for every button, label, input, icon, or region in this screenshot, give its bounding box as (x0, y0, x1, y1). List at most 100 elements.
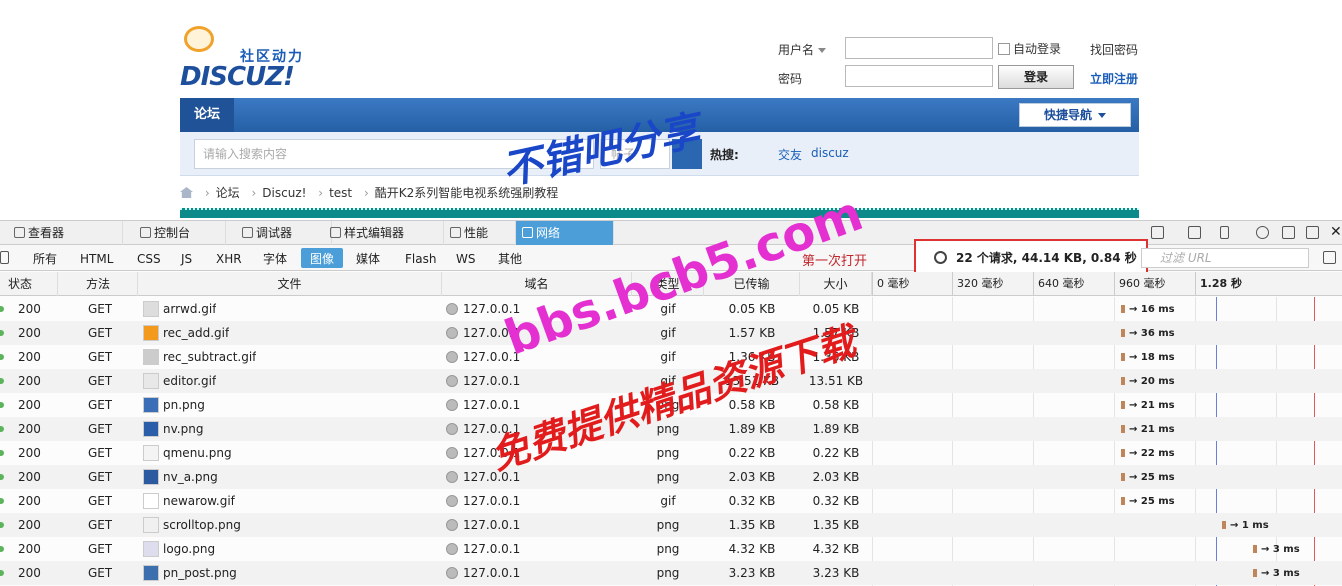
domain-name: 127.0.0.1 (463, 350, 521, 364)
filter-html[interactable]: HTML (71, 248, 122, 268)
file-name: nv_a.png (163, 470, 218, 484)
url-filter-input[interactable]: 过滤 URL (1141, 248, 1309, 268)
trash-icon[interactable] (0, 251, 9, 264)
waterfall-time-label: → 3 ms (1261, 568, 1300, 579)
nav-forum[interactable]: 论坛 (180, 98, 234, 132)
auto-login-checkbox[interactable]: 自动登录 (998, 40, 1061, 57)
resource-size: 4.32 KB (812, 542, 860, 556)
logo-word: DISCUZ! (180, 62, 295, 92)
filter-images[interactable]: 图像 (301, 248, 344, 268)
close-icon[interactable]: ✕ (1330, 225, 1342, 239)
register-link[interactable]: 立即注册 (1090, 70, 1138, 87)
chevron-down-icon (1098, 113, 1106, 118)
breadcrumb-item[interactable]: Discuz! (262, 186, 306, 200)
filter-all[interactable]: 所有 (24, 248, 66, 268)
waterfall-time-label: → 36 ms (1129, 328, 1175, 339)
col-transferred[interactable]: 已传输 (704, 272, 800, 296)
col-size[interactable]: 大小 (800, 272, 872, 296)
waterfall-time-label: → 25 ms (1129, 496, 1175, 507)
network-icon (522, 227, 533, 238)
timeline-tick: 960 毫秒 (1114, 272, 1166, 296)
request-method: GET (88, 302, 113, 316)
col-status[interactable]: 状态 (8, 272, 58, 296)
waterfall-time-label: → 18 ms (1129, 352, 1175, 363)
content-type: gif (660, 350, 676, 364)
network-rows: 200 GET arrwd.gif 127.0.0.1 gif 0.05 KB 0.05 K… (0, 297, 1342, 586)
username-input[interactable] (845, 37, 993, 59)
col-domain[interactable]: 域名 (442, 272, 632, 296)
breadcrumb-item[interactable]: test (329, 186, 352, 200)
table-row[interactable]: 200 GET nv_a.png 127.0.0.1 png 2.03 KB 2.03 KB… (0, 465, 1342, 489)
discuz-logo[interactable]: 社区动力 DISCUZ! (180, 26, 310, 92)
file-name: scrolltop.png (163, 518, 241, 532)
username-label[interactable]: 用户名 (778, 41, 827, 58)
search-button[interactable] (672, 139, 702, 169)
checkbox-icon (998, 43, 1010, 55)
breadcrumb-item[interactable]: 论坛 (216, 186, 240, 200)
dock-side-icon[interactable] (1282, 226, 1295, 239)
console-icon (140, 227, 151, 238)
home-icon[interactable] (180, 187, 193, 198)
table-row[interactable]: 200 GET arrwd.gif 127.0.0.1 gif 0.05 KB 0.05 K… (0, 297, 1342, 321)
sidebar-toggle-icon[interactable] (1323, 251, 1336, 264)
search-input[interactable]: 请输入搜索内容 (194, 139, 594, 169)
split-console-icon[interactable] (1188, 226, 1201, 239)
table-row[interactable]: 200 GET rec_subtract.gif 127.0.0.1 gif 1.36 K… (0, 345, 1342, 369)
filter-js[interactable]: JS (172, 248, 201, 268)
logo-bubble-icon (184, 26, 214, 52)
tab-network[interactable]: 网络 (516, 221, 614, 245)
content-type: png (656, 398, 680, 412)
quick-nav-button[interactable]: 快捷导航 (1019, 103, 1131, 127)
request-method: GET (88, 470, 113, 484)
tab-inspector[interactable]: 查看器 (8, 221, 123, 245)
waterfall-time-label: → 16 ms (1129, 304, 1175, 315)
status-code: 200 (18, 398, 41, 412)
filter-ws[interactable]: WS (447, 248, 484, 268)
password-input[interactable] (845, 65, 993, 87)
breadcrumb-item[interactable]: 酷开K2系列智能电视系统强刷教程 (375, 186, 559, 200)
table-row[interactable]: 200 GET editor.gif 127.0.0.1 gif 13.51 KB 13.5… (0, 369, 1342, 393)
table-row[interactable]: 200 GET logo.png 127.0.0.1 png 4.32 KB 4.32 KB… (0, 537, 1342, 561)
table-row[interactable]: 200 GET nv.png 127.0.0.1 png 1.89 KB 1.89 KB → … (0, 417, 1342, 441)
table-row[interactable]: 200 GET pn.png 127.0.0.1 png 0.58 KB 0.58 KB → … (0, 393, 1342, 417)
resource-size: 1.57 KB (812, 326, 860, 340)
filter-font[interactable]: 字体 (254, 248, 296, 268)
filter-flash[interactable]: Flash (396, 248, 445, 268)
col-method[interactable]: 方法 (58, 272, 138, 296)
resource-size: 13.51 KB (808, 374, 864, 388)
filter-other[interactable]: 其他 (489, 248, 531, 268)
hot-search-item[interactable]: discuz (811, 146, 849, 160)
dock-icon[interactable] (1151, 226, 1164, 239)
table-row[interactable]: 200 GET qmenu.png 127.0.0.1 png 0.22 KB 0.22 K… (0, 441, 1342, 465)
globe-icon (446, 303, 458, 315)
table-row[interactable]: 200 GET newarow.gif 127.0.0.1 gif 0.32 KB 0.32… (0, 489, 1342, 513)
tab-performance[interactable]: 性能 (444, 221, 516, 245)
filter-css[interactable]: CSS (128, 248, 170, 268)
tab-debugger[interactable]: 调试器 (236, 221, 332, 245)
table-row[interactable]: 200 GET pn_post.png 127.0.0.1 png 3.23 KB 3.23… (0, 561, 1342, 585)
tab-console[interactable]: 控制台 (134, 221, 226, 245)
filter-media[interactable]: 媒体 (347, 248, 389, 268)
table-row[interactable]: 200 GET rec_add.gif 127.0.0.1 gif 1.57 KB 1.57… (0, 321, 1342, 345)
globe-icon (446, 567, 458, 579)
resource-size: 3.23 KB (812, 566, 860, 580)
search-type-select[interactable]: 帖子 (600, 139, 670, 169)
status-dot-icon (0, 474, 4, 480)
globe-icon (446, 495, 458, 507)
devtools-panel: 查看器 控制台 调试器 样式编辑器 性能 网络 ✕ 所有 HTML CSS JS… (0, 220, 1342, 586)
transferred-size: 4.32 KB (728, 542, 776, 556)
hot-search-item[interactable]: 交友 (778, 146, 802, 163)
status-code: 200 (18, 302, 41, 316)
filter-xhr[interactable]: XHR (207, 248, 251, 268)
undock-icon[interactable] (1306, 226, 1319, 239)
file-thumbnail-icon (143, 469, 159, 485)
settings-icon[interactable] (1256, 226, 1269, 239)
tab-style-editor[interactable]: 样式编辑器 (324, 221, 444, 245)
col-file[interactable]: 文件 (138, 272, 442, 296)
table-row[interactable]: 200 GET scrolltop.png 127.0.0.1 png 1.35 KB 1.… (0, 513, 1342, 537)
col-type[interactable]: 类型 (632, 272, 704, 296)
login-button[interactable]: 登录 (998, 65, 1074, 89)
forgot-password-link[interactable]: 找回密码 (1090, 41, 1138, 58)
status-dot-icon (0, 498, 4, 504)
responsive-icon[interactable] (1220, 226, 1229, 239)
